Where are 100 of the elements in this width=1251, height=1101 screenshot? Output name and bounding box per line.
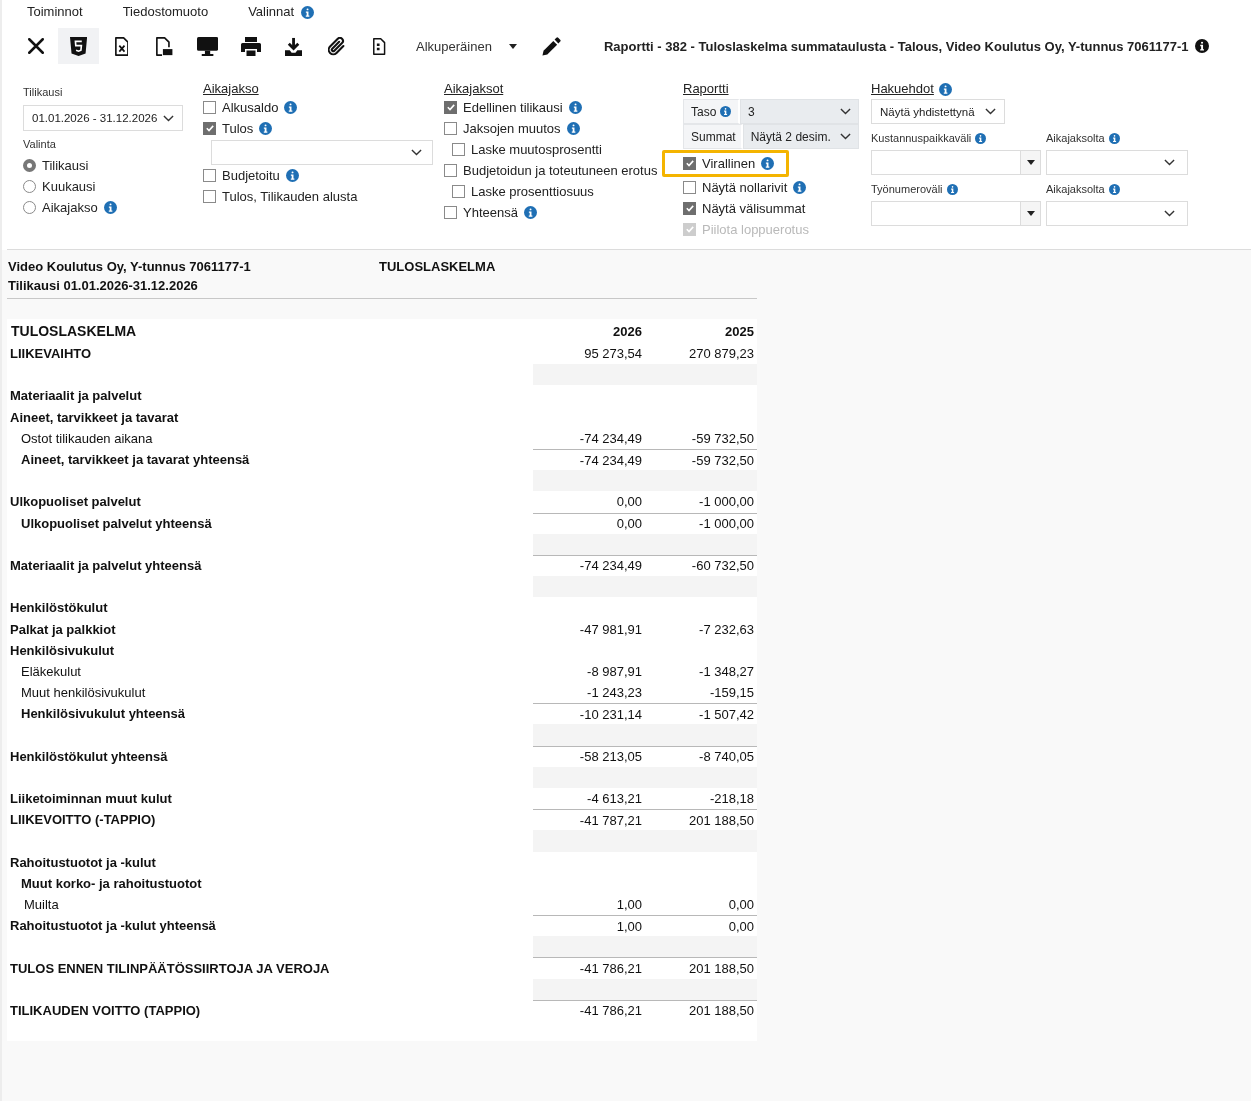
checkbox[interactable] (203, 122, 216, 135)
checkbox[interactable] (444, 101, 457, 114)
amount: -7 232,63 (698, 620, 755, 639)
radio-label: Aikajakso (42, 200, 98, 215)
amount: -8 740,05 (645, 745, 757, 767)
row-label: Ulkopuoliset palvelut yhteensä (20, 514, 213, 533)
amount: -41 786,21 (533, 957, 645, 979)
field-label: Taso (691, 104, 717, 119)
checkbox[interactable] (203, 190, 216, 203)
amount: 270 879,23 (687, 345, 755, 364)
section-heading[interactable]: Hakuehdot (871, 81, 934, 97)
checkbox-label: Tulos (222, 121, 254, 136)
checkbox[interactable] (203, 101, 216, 114)
menu-item[interactable]: Tiedostomuoto (122, 4, 209, 20)
amount: 201 188,50 (645, 957, 757, 979)
column-header: 2025 (724, 322, 755, 341)
company-name: Video Koulutus Oy, Y-tunnus 7061177-1 (8, 258, 252, 276)
checkbox-label: Tulos, Tilikauden alusta (222, 189, 358, 204)
chevron-down-icon (1164, 210, 1175, 217)
section-heading[interactable]: Aikajakso (203, 81, 259, 97)
section-heading[interactable]: Aikajaksot (444, 81, 504, 97)
row-label: Eläkekulut (20, 662, 82, 681)
dropdown-button[interactable] (1020, 150, 1041, 175)
dropdown-button[interactable] (1020, 201, 1041, 226)
checkbox[interactable] (683, 202, 696, 215)
row-label: LIIKEVOITTO (-TAPPIO) (9, 811, 157, 830)
checkbox-label: Budjetoitu (222, 168, 280, 183)
chevron-down-icon (840, 108, 851, 115)
checkbox[interactable] (444, 206, 457, 219)
amount: -41 786,21 (533, 999, 645, 1021)
input-field[interactable] (871, 201, 1020, 226)
row-label: TULOS ENNEN TILINPÄÄTÖSSIIRTOJA JA VEROJA (9, 959, 331, 978)
checkbox-label: Budjetoidun ja toteutuneen erotus (463, 163, 658, 178)
checkbox-label: Piilota loppuerotus (702, 222, 809, 237)
section-heading[interactable]: Raportti (683, 81, 729, 97)
checkbox-label: Edellinen tilikausi (463, 100, 563, 115)
field-label: Summat (691, 129, 736, 144)
toolbar-button[interactable] (58, 28, 99, 64)
amount: 0,00 (727, 895, 755, 914)
select-field[interactable]: 3 (740, 99, 859, 124)
row-label: Ostot tilikauden aikana (20, 429, 154, 448)
select-field[interactable] (1046, 150, 1188, 175)
checkbox[interactable] (444, 122, 457, 135)
view-dropdown[interactable]: Alkuperäinen (408, 31, 525, 61)
row-label: Muilta (23, 895, 60, 914)
amount: -59 732,50 (690, 429, 755, 448)
amount: 0,00 (615, 493, 643, 512)
checkbox[interactable] (452, 185, 465, 198)
chevron-down-icon (411, 149, 422, 156)
checkbox[interactable] (452, 143, 465, 156)
checkbox[interactable] (683, 157, 696, 170)
menu-item[interactable]: Toiminnot (27, 4, 83, 20)
radio-button[interactable] (23, 201, 36, 214)
row-label: LIIKEVAIHTO (9, 345, 93, 364)
checkbox-label: Alkusaldo (222, 100, 279, 115)
printer-icon (240, 36, 261, 56)
select-field[interactable] (1046, 201, 1188, 226)
caret-down-icon (1026, 211, 1035, 216)
checkbox[interactable] (444, 164, 457, 177)
menu-item[interactable]: Valinnat (248, 4, 295, 20)
select-field[interactable] (211, 140, 433, 165)
row-label: Rahoitustuotot ja -kulut (9, 853, 157, 872)
amount: -74 234,49 (578, 429, 643, 448)
file-tag-icon (156, 36, 173, 56)
checkbox-label: Jaksojen muutos (463, 121, 561, 136)
checkbox-label: Näytä nollarivit (702, 180, 788, 195)
field-label: Kustannuspaikkaväli (871, 131, 972, 145)
report-name: TULOSLASKELMA (379, 258, 496, 276)
radio-label: Kuukausi (42, 179, 96, 194)
row-label: Aineet, tarvikkeet ja tavarat (9, 408, 180, 427)
select-field[interactable]: Näytä yhdistettynä (871, 99, 1005, 124)
file-icon (373, 37, 386, 55)
row-label: Muut henkilösivukulut (20, 684, 147, 703)
select-field[interactable]: 01.01.2026 - 31.12.2026 (23, 105, 183, 131)
checkbox[interactable] (203, 169, 216, 182)
download-icon (284, 36, 303, 56)
amount: 201 188,50 (645, 999, 757, 1021)
report-period: Tilikausi 01.01.2026-31.12.2026 (8, 277, 199, 295)
row-label: Henkilösivukulut yhteensä (20, 705, 186, 724)
monitor-icon (196, 36, 219, 56)
caret-down-icon (508, 43, 517, 49)
checkmark-icon (205, 125, 214, 132)
field-label: Aikajaksolta (1046, 182, 1105, 196)
amount: 0,00 (533, 512, 645, 534)
input-field[interactable] (871, 150, 1020, 175)
row-label: TILIKAUDEN VOITTO (TAPPIO) (9, 1001, 202, 1020)
row-label: Aineet, tarvikkeet ja tavarat yhteensä (20, 451, 251, 470)
info-icon[interactable] (1194, 39, 1209, 53)
amount: -1 348,27 (698, 662, 755, 681)
select-field[interactable]: Näytä 2 desim. (742, 124, 859, 149)
checkbox[interactable] (683, 181, 696, 194)
amount: -159,15 (708, 684, 755, 703)
close-icon (27, 38, 44, 54)
row-label: Materiaalit ja palvelut (9, 387, 143, 406)
row-label: Henkilöstökulut (9, 599, 109, 618)
radio-button[interactable] (23, 180, 36, 193)
column-header: 2026 (612, 322, 643, 341)
amount: 95 273,54 (583, 345, 643, 364)
radio-button[interactable] (23, 159, 36, 172)
checkbox-label: Laske prosenttiosuus (471, 184, 594, 199)
